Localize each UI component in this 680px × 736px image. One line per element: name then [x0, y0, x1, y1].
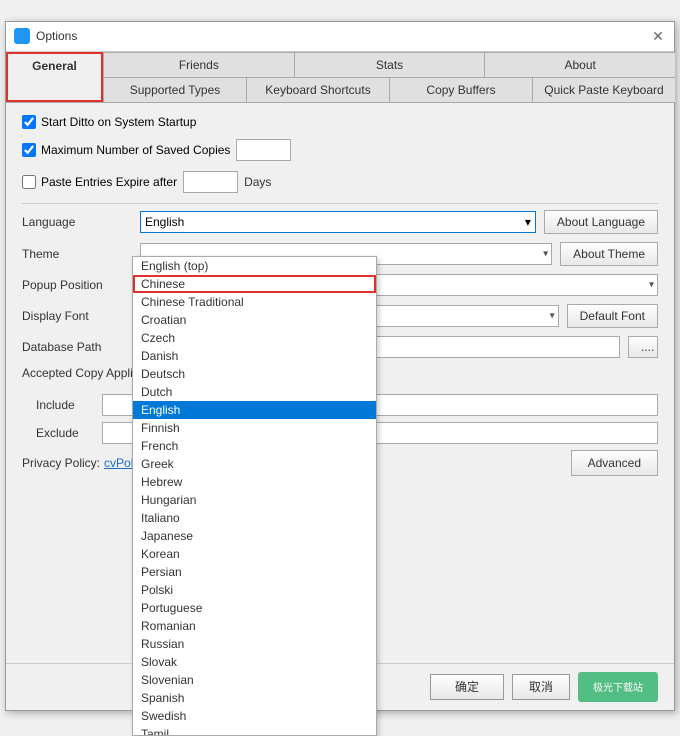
default-font-button[interactable]: Default Font: [567, 304, 658, 328]
dropdown-item-4[interactable]: Czech: [133, 329, 376, 347]
dropdown-item-13[interactable]: Hungarian: [133, 491, 376, 509]
dropdown-item-3[interactable]: Croatian: [133, 311, 376, 329]
title-bar: Options ✕: [6, 22, 674, 52]
tabs-container: General Friends Stats About Supported Ty…: [6, 52, 674, 103]
dropdown-item-26[interactable]: Tamil: [133, 725, 376, 736]
exclude-label: Exclude: [36, 426, 96, 440]
dropdown-item-6[interactable]: Deutsch: [133, 365, 376, 383]
dropdown-item-25[interactable]: Swedish: [133, 707, 376, 725]
language-select-display[interactable]: English ▾: [140, 211, 536, 233]
theme-label: Theme: [22, 247, 132, 261]
language-dropdown[interactable]: English (top)ChineseChinese TraditionalC…: [132, 256, 377, 736]
dropdown-item-2[interactable]: Chinese Traditional: [133, 293, 376, 311]
dropdown-item-10[interactable]: French: [133, 437, 376, 455]
content-area: Start Ditto on System Startup Maximum Nu…: [6, 103, 674, 663]
include-label: Include: [36, 398, 96, 412]
dropdown-item-9[interactable]: Finnish: [133, 419, 376, 437]
tab-keyboard-shortcuts[interactable]: Keyboard Shortcuts: [246, 78, 390, 102]
close-button[interactable]: ✕: [650, 28, 666, 44]
tab-quick-paste-keyboard[interactable]: Quick Paste Keyboard: [532, 78, 675, 102]
max-copies-row: Maximum Number of Saved Copies 500: [22, 139, 658, 161]
dropdown-item-17[interactable]: Persian: [133, 563, 376, 581]
database-path-label: Database Path: [22, 340, 132, 354]
max-copies-label[interactable]: Maximum Number of Saved Copies: [22, 143, 230, 157]
dropdown-item-0[interactable]: English (top): [133, 257, 376, 275]
dropdown-item-23[interactable]: Slovenian: [133, 671, 376, 689]
dropdown-item-16[interactable]: Korean: [133, 545, 376, 563]
max-copies-checkbox[interactable]: [22, 143, 36, 157]
title-bar-left: Options: [14, 28, 77, 44]
dropdown-item-12[interactable]: Hebrew: [133, 473, 376, 491]
separator-1: [22, 203, 658, 204]
language-row: Language English ▾ About Language: [22, 210, 658, 234]
cancel-button[interactable]: 取消: [512, 674, 570, 700]
advanced-button[interactable]: Advanced: [571, 450, 658, 476]
dropdown-item-8[interactable]: English: [133, 401, 376, 419]
language-selected-value: English: [145, 215, 184, 229]
privacy-label: Privacy Policy:: [22, 456, 100, 470]
dropdown-item-15[interactable]: Japanese: [133, 527, 376, 545]
dropdown-item-22[interactable]: Slovak: [133, 653, 376, 671]
tab-supported-types[interactable]: Supported Types: [104, 78, 247, 102]
paste-expire-input[interactable]: 5: [183, 171, 238, 193]
startup-checkbox[interactable]: [22, 115, 36, 129]
dropdown-item-21[interactable]: Russian: [133, 635, 376, 653]
app-icon: [14, 28, 30, 44]
max-copies-text: Maximum Number of Saved Copies: [41, 143, 230, 157]
window-title: Options: [36, 29, 77, 43]
dropdown-item-14[interactable]: Italiano: [133, 509, 376, 527]
dropdown-item-24[interactable]: Spanish: [133, 689, 376, 707]
watermark: 极光下载站: [578, 672, 658, 702]
tab-general[interactable]: General: [6, 52, 103, 102]
dropdown-item-11[interactable]: Greek: [133, 455, 376, 473]
options-window: Options ✕ General Friends Stats About Su…: [5, 21, 675, 711]
paste-expire-row: Paste Entries Expire after 5 Days: [22, 171, 658, 193]
startup-checkbox-label[interactable]: Start Ditto on System Startup: [22, 115, 196, 129]
dropdown-item-20[interactable]: Romanian: [133, 617, 376, 635]
paste-expire-checkbox[interactable]: [22, 175, 36, 189]
language-control: English ▾ About Language: [140, 210, 658, 234]
paste-expire-text: Paste Entries Expire after: [41, 175, 177, 189]
max-copies-input[interactable]: 500: [236, 139, 291, 161]
dropdown-item-19[interactable]: Portuguese: [133, 599, 376, 617]
dropdown-item-1[interactable]: Chinese: [133, 275, 376, 293]
display-font-label: Display Font: [22, 309, 132, 323]
dropdown-item-18[interactable]: Polski: [133, 581, 376, 599]
paste-expire-label[interactable]: Paste Entries Expire after: [22, 175, 177, 189]
tab-copy-buffers[interactable]: Copy Buffers: [389, 78, 533, 102]
dropdown-item-7[interactable]: Dutch: [133, 383, 376, 401]
dropdown-arrow-icon: ▾: [525, 215, 531, 229]
about-theme-button[interactable]: About Theme: [560, 242, 658, 266]
startup-label: Start Ditto on System Startup: [41, 115, 196, 129]
about-language-button[interactable]: About Language: [544, 210, 658, 234]
ok-button[interactable]: 确定: [430, 674, 504, 700]
language-select-wrap: English ▾: [140, 211, 536, 233]
database-browse-button[interactable]: ....: [628, 336, 658, 358]
tab-about[interactable]: About: [484, 52, 675, 77]
startup-row: Start Ditto on System Startup: [22, 115, 658, 129]
language-label: Language: [22, 215, 132, 229]
tab-stats[interactable]: Stats: [294, 52, 486, 77]
tab-friends[interactable]: Friends: [104, 52, 295, 77]
days-label: Days: [244, 175, 271, 189]
dropdown-item-5[interactable]: Danish: [133, 347, 376, 365]
popup-position-label: Popup Position: [22, 278, 132, 292]
